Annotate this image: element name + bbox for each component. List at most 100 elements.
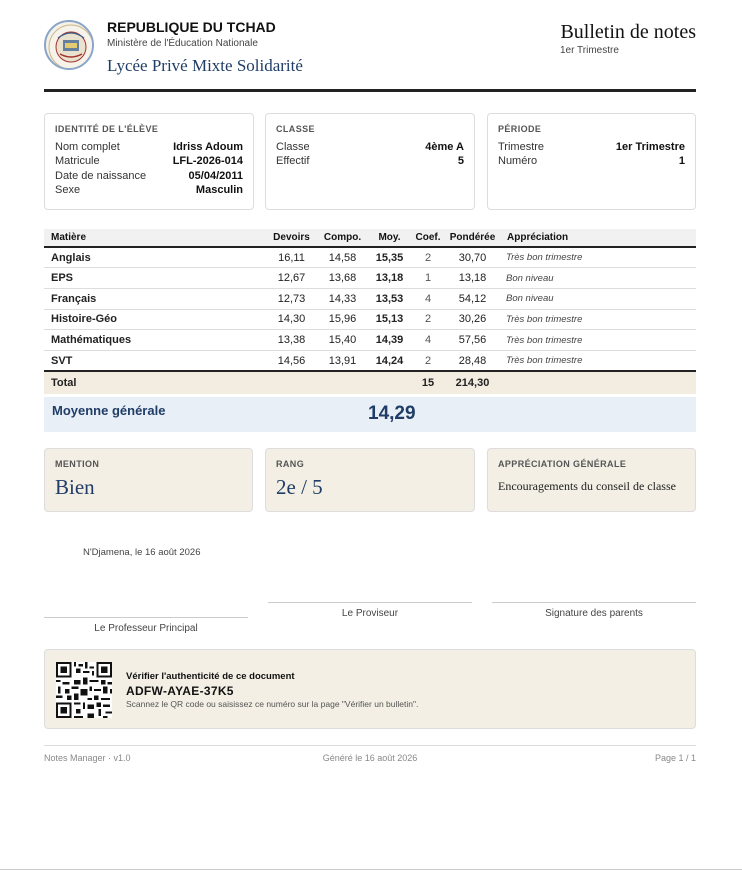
mention-title: MENTION xyxy=(55,459,100,469)
devoirs-cell: 13,38 xyxy=(266,329,317,351)
compo-cell: 14,58 xyxy=(317,247,368,269)
coef-cell: 1 xyxy=(411,267,445,289)
info-value: 1 xyxy=(678,155,685,168)
rank-title: RANG xyxy=(276,459,305,469)
info-label: Date de naissance xyxy=(55,169,147,182)
subject-cell: SVT xyxy=(44,350,266,372)
moyenne-cell: 13,18 xyxy=(368,267,411,289)
total-label: Total xyxy=(44,370,266,395)
compo-cell: 13,91 xyxy=(317,350,368,372)
compo-cell: 15,96 xyxy=(317,309,368,331)
coef-cell: 2 xyxy=(411,350,445,372)
info-row: Numéro 1 xyxy=(498,154,685,168)
ministry-name: Ministère de l'Éducation Nationale xyxy=(107,38,258,49)
verification-title: Vérifier l'authenticité de ce document xyxy=(126,671,295,682)
info-label: Effectif xyxy=(276,155,310,168)
period-box: PÉRIODE Trimestre 1er Trimestre Numéro 1 xyxy=(487,113,696,210)
moyenne-cell: 13,53 xyxy=(368,288,411,310)
info-label: Trimestre xyxy=(498,141,545,153)
info-row: Effectif 5 xyxy=(276,154,464,168)
table-row: SVT 14,56 13,91 14,24 2 28,48 Très bon t… xyxy=(44,350,696,372)
signature-parents-label: Signature des parents xyxy=(545,608,643,619)
qr-code-icon[interactable] xyxy=(56,662,112,718)
appreciation-cell: Très bon trimestre xyxy=(500,350,696,372)
coef-cell: 2 xyxy=(411,247,445,269)
info-label: Sexe xyxy=(55,183,81,196)
moyenne-cell: 14,24 xyxy=(368,350,411,372)
column-header: Matière xyxy=(44,229,266,248)
info-value: 1er Trimestre xyxy=(615,141,685,153)
devoirs-cell: 14,30 xyxy=(266,309,317,331)
report-card-page: REPUBLIQUE DU TCHAD Ministère de l'Éduca… xyxy=(0,0,742,872)
signature-prof-label: Le Professeur Principal xyxy=(94,623,198,634)
document-subtitle: 1er Trimestre xyxy=(560,45,619,56)
footer-divider xyxy=(44,745,696,746)
country-name: REPUBLIQUE DU TCHAD xyxy=(107,19,276,35)
info-row: Trimestre 1er Trimestre xyxy=(498,140,685,154)
info-value: 4ème A xyxy=(425,141,464,153)
table-row: EPS 12,67 13,68 13,18 1 13,18 Bon niveau xyxy=(44,267,696,289)
period-box-title: PÉRIODE xyxy=(498,124,542,134)
general-appreciation-title: APPRÉCIATION GÉNÉRALE xyxy=(498,459,627,469)
info-row: Sexe Masculin xyxy=(55,183,243,197)
devoirs-cell: 14,56 xyxy=(266,350,317,372)
general-average-label: Moyenne générale xyxy=(52,403,166,418)
ponderee-cell: 54,12 xyxy=(445,288,500,310)
verification-code: ADFW-AYAE-37K5 xyxy=(126,684,234,698)
footer-page-number: Page 1 / 1 xyxy=(654,753,696,763)
info-row: Nom complet Idriss Adoum xyxy=(55,140,243,154)
compo-cell: 14,33 xyxy=(317,288,368,310)
footer-app-version: Notes Manager · v1.0 xyxy=(44,753,131,763)
info-value: Masculin xyxy=(195,183,243,196)
rank-box: RANG 2e / 5 xyxy=(265,448,475,512)
ponderee-cell: 13,18 xyxy=(445,267,500,289)
school-name: Lycée Privé Mixte Solidarité xyxy=(107,56,303,75)
total-row: Total 15 214,30 xyxy=(44,370,696,395)
info-value: 5 xyxy=(457,155,464,168)
school-logo xyxy=(44,20,94,70)
total-coef: 15 xyxy=(411,370,445,395)
ponderee-cell: 28,48 xyxy=(445,350,500,372)
empty-cell xyxy=(317,370,368,395)
info-label: Matricule xyxy=(55,155,100,168)
devoirs-cell: 16,11 xyxy=(266,247,317,269)
empty-cell xyxy=(500,370,696,395)
info-row: Matricule LFL-2026-014 xyxy=(55,154,243,168)
devoirs-cell: 12,67 xyxy=(266,267,317,289)
mention-value: Bien xyxy=(55,475,95,499)
ponderee-cell: 57,56 xyxy=(445,329,500,351)
class-box: CLASSE Classe 4ème A Effectif 5 xyxy=(265,113,475,210)
coef-cell: 4 xyxy=(411,288,445,310)
info-value: 05/04/2011 xyxy=(188,169,243,182)
subject-cell: Anglais xyxy=(44,247,266,269)
subject-cell: EPS xyxy=(44,267,266,289)
total-ponderee: 214,30 xyxy=(445,370,500,395)
appreciation-cell: Bon niveau xyxy=(500,288,696,310)
table-row: Histoire-Géo 14,30 15,96 15,13 2 30,26 T… xyxy=(44,309,696,331)
verification-note: Scannez le QR code ou saisissez ce numér… xyxy=(126,699,419,709)
moyenne-cell: 14,39 xyxy=(368,329,411,351)
verification-box: Vérifier l'authenticité de ce document A… xyxy=(44,649,696,729)
grades-table: Matière Devoirs Compo. Moy. Coef. Pondér… xyxy=(44,229,696,395)
coef-cell: 4 xyxy=(411,329,445,351)
moyenne-cell: 15,13 xyxy=(368,309,411,331)
coef-cell: 2 xyxy=(411,309,445,331)
place-date: N'Djamena, le 16 août 2026 xyxy=(83,547,201,558)
table-row: Français 12,73 14,33 13,53 4 54,12 Bon n… xyxy=(44,288,696,310)
ponderee-cell: 30,70 xyxy=(445,247,500,269)
column-header: Appréciation xyxy=(500,229,696,248)
table-row: Anglais 16,11 14,58 15,35 2 30,70 Très b… xyxy=(44,247,696,269)
student-box-title: IDENTITÉ DE L'ÉLÈVE xyxy=(55,124,159,134)
table-header-row: Matière Devoirs Compo. Moy. Coef. Pondér… xyxy=(44,229,696,248)
info-value: LFL-2026-014 xyxy=(172,155,243,168)
info-value: Idriss Adoum xyxy=(173,141,243,153)
info-label: Classe xyxy=(276,141,310,153)
signature-line xyxy=(268,602,472,603)
column-header: Coef. xyxy=(411,229,445,248)
table-row: Mathématiques 13,38 15,40 14,39 4 57,56 … xyxy=(44,329,696,351)
page-edge xyxy=(0,869,742,870)
subject-cell: Français xyxy=(44,288,266,310)
appreciation-cell: Très bon trimestre xyxy=(500,247,696,269)
empty-cell xyxy=(266,370,317,395)
general-average-bar: Moyenne générale 14,29 xyxy=(44,397,696,432)
